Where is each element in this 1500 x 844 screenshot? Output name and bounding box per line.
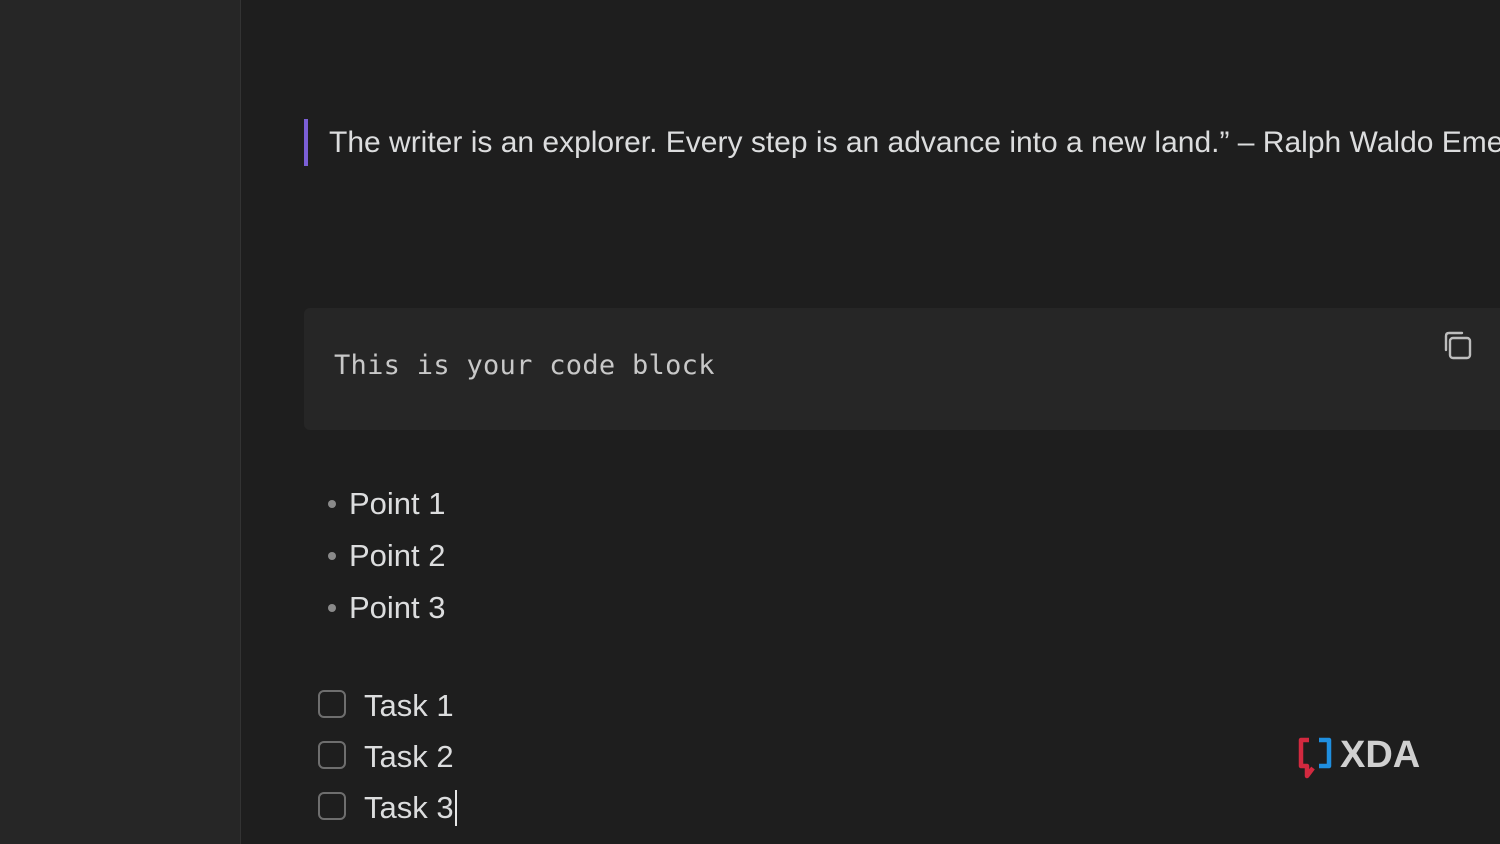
blockquote: The writer is an explorer. Every step is… [304,119,1500,166]
bullet-list: Point 1 Point 2 Point 3 [328,478,446,634]
list-item-label: Point 3 [349,590,446,625]
copy-icon [1444,331,1472,360]
text-cursor [454,789,457,826]
list-item: Point 3 [328,582,446,634]
task-label: Task 1 [364,688,454,723]
task-label: Task 3 [364,790,454,825]
sidebar [0,0,241,844]
editor-pane[interactable]: The writer is an explorer. Every step is… [241,0,1500,844]
task-checkbox[interactable] [318,792,346,820]
xda-logo: XDA [1298,734,1440,780]
copy-button[interactable] [1440,328,1476,364]
bullet-icon [328,500,336,508]
task-item: Task 2 [318,731,457,782]
code-block: This is your code block [304,308,1500,430]
app-window: The writer is an explorer. Every step is… [0,0,1500,844]
task-item: Task 3 [318,782,457,833]
bullet-icon [328,604,336,612]
list-item-label: Point 2 [349,538,446,573]
task-checkbox[interactable] [318,741,346,769]
blockquote-text: The writer is an explorer. Every step is… [329,126,1500,159]
list-item-label: Point 1 [349,486,446,521]
task-checkbox[interactable] [318,690,346,718]
task-label: Task 2 [364,739,454,774]
xda-logo-text: XDA [1340,736,1420,776]
code-text: This is your code block [334,350,715,381]
xda-logo-icon: XDA [1298,734,1420,779]
list-item: Point 2 [328,530,446,582]
list-item: Point 1 [328,478,446,530]
task-list: Task 1 Task 2 Task 3 [318,680,457,833]
bullet-icon [328,552,336,560]
task-item: Task 1 [318,680,457,731]
